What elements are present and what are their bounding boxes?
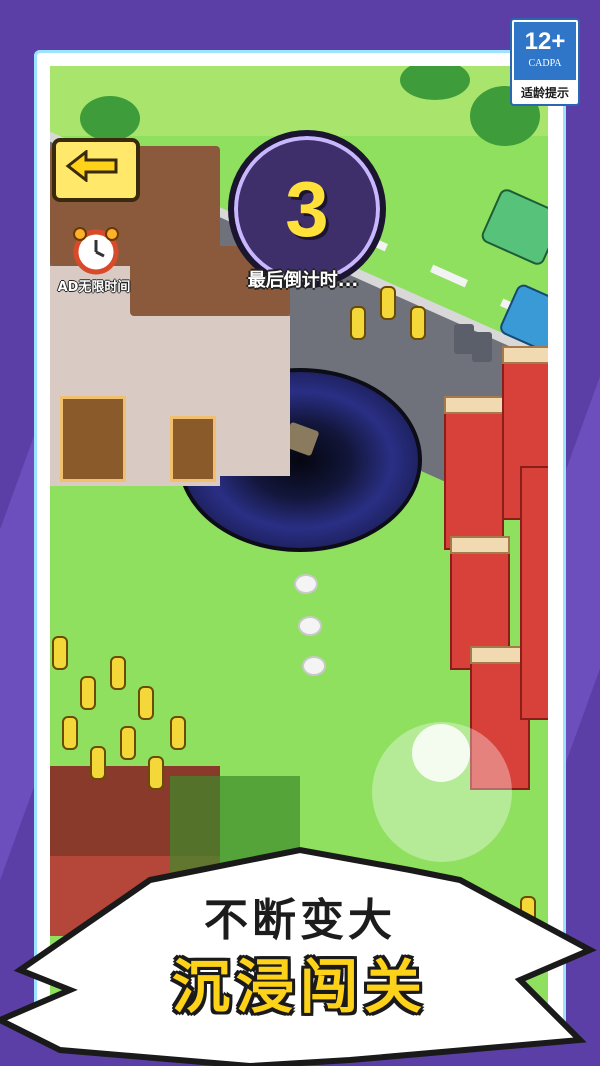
dust-puff: [302, 656, 326, 676]
age-rating-org: CADPA: [528, 58, 562, 69]
banana-character: [110, 656, 126, 690]
dust-puff: [298, 616, 322, 636]
banana-character: [148, 756, 164, 790]
banana-character: [62, 716, 78, 750]
banana-character: [170, 716, 186, 750]
road-marking: [430, 264, 468, 288]
tree: [80, 96, 140, 141]
banana-character: [380, 286, 396, 320]
countdown-badge: 3: [228, 130, 386, 288]
banana-character: [80, 676, 96, 710]
red-tower-roof: [450, 536, 510, 554]
age-rating-badge: 12+ CADPA 适龄提示: [510, 18, 580, 106]
alarm-clock-button[interactable]: [62, 224, 130, 276]
banana-character: [90, 746, 106, 780]
back-arrow-icon: [65, 150, 118, 182]
banana-character: [120, 726, 136, 760]
promo-title-line1: 不断变大: [204, 895, 396, 946]
countdown-number: 3: [285, 165, 329, 253]
red-tower: [520, 466, 548, 720]
banana-character: [52, 636, 68, 670]
trash-can: [454, 324, 474, 354]
countdown-label: 最后倒计时...: [247, 270, 359, 291]
promo-title-line2: 沉浸闯关: [171, 953, 428, 1021]
dust-puff: [294, 574, 318, 594]
age-rating-header: 12+ CADPA: [514, 22, 576, 80]
back-button[interactable]: [52, 138, 140, 202]
banana-character: [350, 306, 366, 340]
banana-character: [138, 686, 154, 720]
clock-item-label: AD无限时间: [57, 280, 131, 295]
green-car: [479, 186, 548, 268]
red-tower-roof: [502, 346, 548, 364]
age-rating-tip: 适龄提示: [520, 86, 569, 100]
red-tower: [444, 406, 504, 550]
trash-can: [472, 332, 492, 362]
age-rating-number: 12+: [524, 28, 566, 55]
banana-character: [410, 306, 426, 340]
joystick-knob[interactable]: [412, 724, 470, 782]
red-tower-roof: [444, 396, 504, 414]
alarm-clock-icon: [73, 227, 119, 275]
